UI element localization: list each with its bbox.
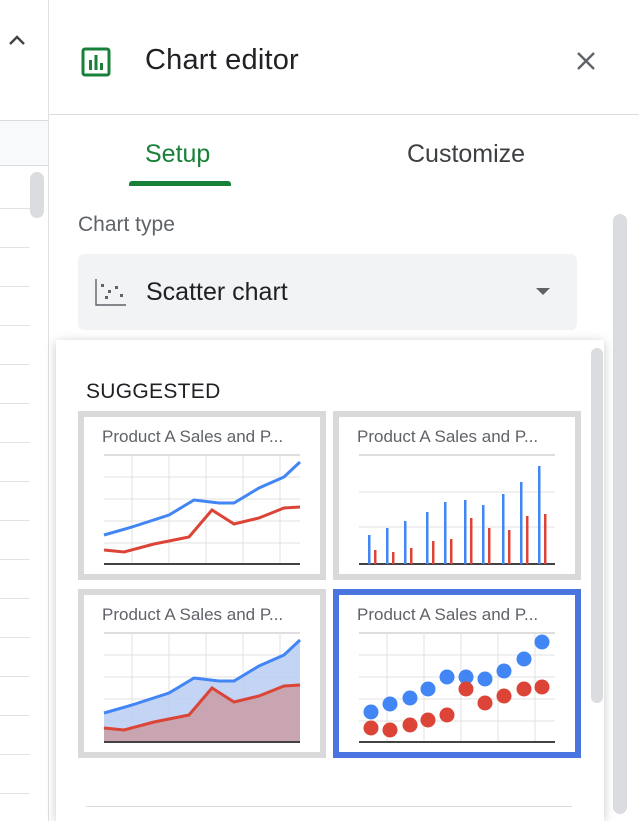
suggested-section-label: SUGGESTED bbox=[86, 380, 221, 403]
line-chart-preview bbox=[103, 454, 302, 565]
row-divider bbox=[0, 520, 30, 521]
chart-icon bbox=[81, 47, 111, 77]
row-divider bbox=[0, 247, 30, 248]
chevron-up-icon[interactable] bbox=[6, 30, 28, 52]
row-divider bbox=[0, 559, 30, 560]
column-chart-preview bbox=[359, 454, 555, 565]
scatter-chart-preview bbox=[359, 632, 555, 743]
row-divider bbox=[0, 403, 30, 404]
row-divider bbox=[0, 286, 30, 287]
area-chart-preview bbox=[103, 632, 302, 743]
tab-customize[interactable]: Customize bbox=[407, 140, 525, 169]
tab-setup[interactable]: Setup bbox=[145, 140, 210, 169]
dropdown-scrollbar[interactable] bbox=[591, 348, 603, 703]
row-divider bbox=[0, 793, 30, 794]
dropdown-arrow-icon bbox=[536, 288, 550, 295]
row-divider bbox=[0, 676, 30, 677]
close-icon[interactable] bbox=[573, 48, 599, 74]
chart-type-dropdown: SUGGESTED Product A Sales and P... Produ… bbox=[56, 340, 604, 821]
row-divider bbox=[0, 754, 30, 755]
row-divider bbox=[0, 364, 30, 365]
row-divider bbox=[0, 208, 30, 209]
suggested-chart-line[interactable]: Product A Sales and P... bbox=[78, 411, 326, 580]
scatter-chart-icon bbox=[95, 279, 126, 306]
row-divider bbox=[0, 481, 30, 482]
suggested-chart-area[interactable]: Product A Sales and P... bbox=[78, 589, 326, 758]
panel-header: Chart editor bbox=[49, 0, 639, 115]
active-tab-indicator bbox=[129, 181, 231, 186]
chart-type-label: Chart type bbox=[78, 213, 175, 236]
section-divider bbox=[86, 806, 572, 807]
spreadsheet-grid-strip bbox=[0, 0, 49, 821]
formula-bar-area bbox=[0, 0, 48, 121]
row-divider bbox=[0, 598, 30, 599]
suggested-chart-column[interactable]: Product A Sales and P... bbox=[333, 411, 581, 580]
row-divider bbox=[0, 325, 30, 326]
chart-type-value: Scatter chart bbox=[146, 278, 288, 306]
column-header bbox=[0, 121, 48, 166]
panel-title: Chart editor bbox=[145, 44, 299, 76]
row-divider bbox=[0, 715, 30, 716]
sheet-scrollbar[interactable] bbox=[30, 172, 44, 218]
row-divider bbox=[0, 637, 30, 638]
chart-type-select[interactable]: Scatter chart bbox=[78, 254, 577, 330]
chart-editor-panel: Chart editor Setup Customize Chart type … bbox=[49, 0, 639, 821]
panel-scrollbar[interactable] bbox=[613, 214, 627, 814]
suggested-chart-scatter[interactable]: Product A Sales and P... bbox=[333, 589, 581, 758]
row-divider bbox=[0, 442, 30, 443]
